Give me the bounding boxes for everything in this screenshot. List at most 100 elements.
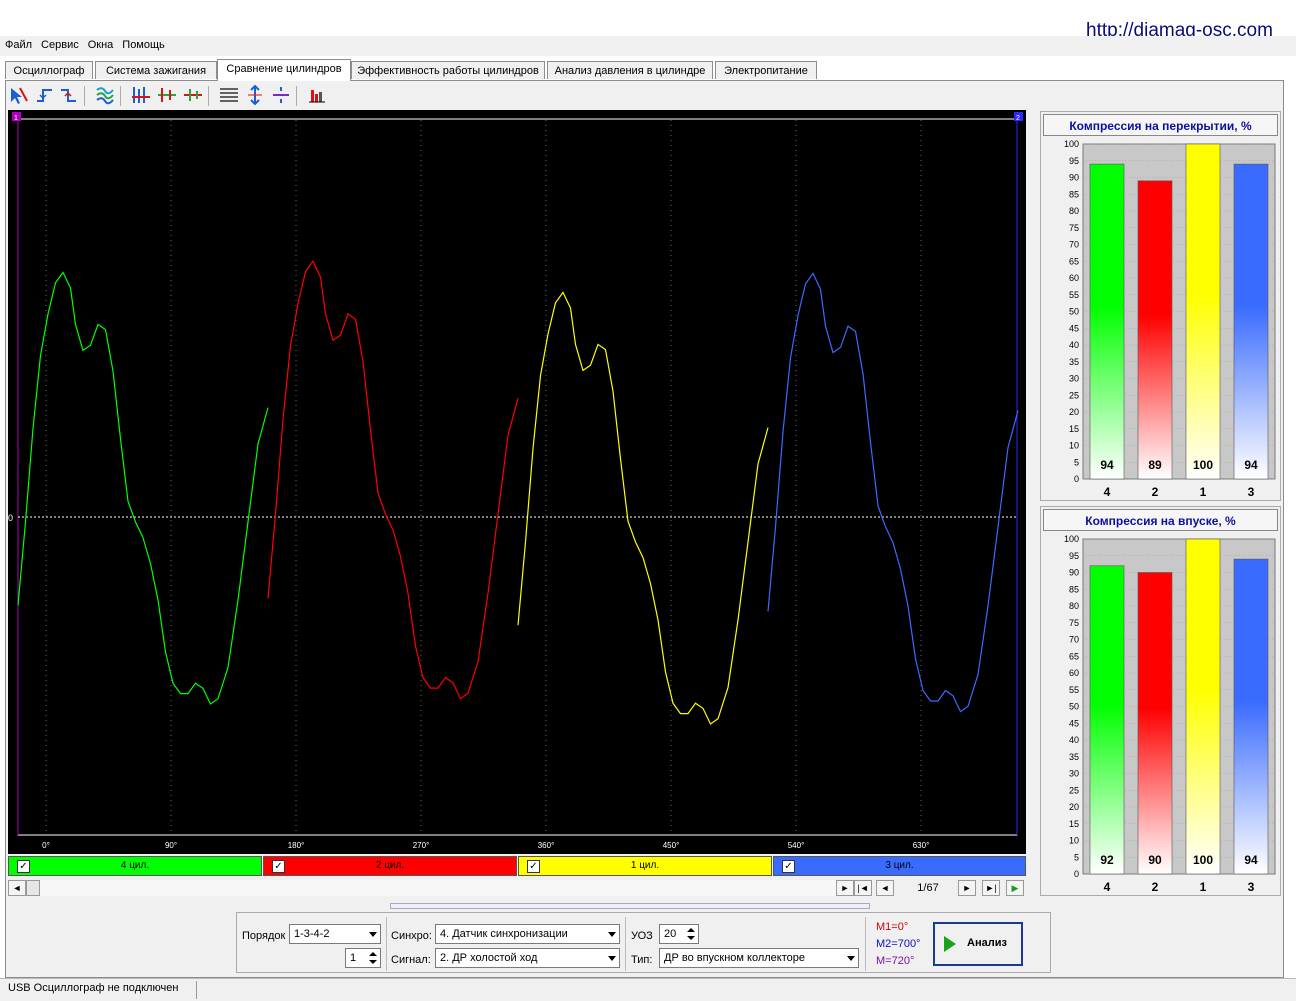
sync-label: Синхро: bbox=[391, 930, 432, 942]
spin-arrows-icon[interactable] bbox=[366, 949, 380, 967]
order-stepper[interactable]: 1 bbox=[345, 948, 381, 968]
bar-value-label: 100 bbox=[1193, 853, 1213, 867]
center-line-icon[interactable] bbox=[270, 84, 292, 106]
channel-bar-cyl-4[interactable]: ✓ 4 цил. bbox=[8, 856, 262, 876]
channel-bar-cyl-3[interactable]: ✓ 3 цил. bbox=[773, 856, 1026, 876]
vertical-grid bbox=[45, 120, 922, 835]
waveform-cyl-1 bbox=[517, 291, 769, 725]
chart-panel-overlap: Компрессия на перекрытии, % 0 5 10 15 20 25 30… bbox=[1040, 111, 1281, 501]
bar-value-label: 94 bbox=[1244, 853, 1258, 867]
rise-edge-icon[interactable] bbox=[34, 84, 56, 106]
bar bbox=[1137, 180, 1173, 480]
y-tick-label: 65 bbox=[1069, 651, 1079, 661]
collapse-bar[interactable] bbox=[390, 903, 870, 909]
type-select[interactable]: ДР во впускном коллекторе bbox=[659, 948, 859, 968]
uoz-label: УОЗ bbox=[631, 930, 653, 942]
category-label: 4 bbox=[1104, 880, 1111, 894]
tab-cylinder-efficiency[interactable]: Эффективность работы цилиндров bbox=[351, 61, 545, 79]
menu-file[interactable]: Файл bbox=[0, 36, 36, 51]
y-tick-label: 10 bbox=[1069, 441, 1079, 451]
y-tick-label: 0 bbox=[1074, 869, 1079, 879]
tab-cylinder-compare[interactable]: Сравнение цилиндров bbox=[217, 59, 351, 81]
tab-power[interactable]: Электропитание bbox=[715, 61, 817, 79]
order-select[interactable]: 1-3-4-2 bbox=[289, 924, 381, 944]
oscilloscope-view[interactable]: 1 2 0 0° 90° 180° 270° 360° 450° 540° 630° bbox=[8, 110, 1026, 854]
scroll-left-icon[interactable]: ◄ bbox=[8, 880, 26, 896]
channel-bar-cyl-1[interactable]: ✓ 1 цил. bbox=[518, 856, 772, 876]
scroll-thumb[interactable] bbox=[26, 880, 40, 896]
signal-value: 2. ДР холостой ход bbox=[440, 952, 538, 964]
align-center-icon[interactable] bbox=[156, 84, 178, 106]
y-tick-label: 45 bbox=[1069, 718, 1079, 728]
bar bbox=[1089, 163, 1125, 480]
channel-bar-cyl-2[interactable]: ✓ 2 цил. bbox=[263, 856, 517, 876]
y-tick-label: 50 bbox=[1069, 702, 1079, 712]
order-value: 1-3-4-2 bbox=[294, 928, 330, 940]
bar bbox=[1137, 572, 1173, 875]
play-icon[interactable]: ▶ bbox=[1006, 880, 1024, 896]
y-tick-label: 20 bbox=[1069, 407, 1079, 417]
toolbar-separator bbox=[84, 86, 85, 106]
waveform-cyl-4 bbox=[17, 271, 269, 705]
marker-label-2: 2 bbox=[1016, 115, 1020, 122]
degree-tick-label: 0° bbox=[42, 841, 50, 850]
sync-select[interactable]: 4. Датчик синхронизации bbox=[435, 924, 620, 944]
cursor-icon[interactable] bbox=[8, 84, 30, 106]
status-text: USB Осциллограф не подключен bbox=[8, 982, 179, 994]
category-label: 2 bbox=[1152, 485, 1159, 499]
channel-label: 2 цил. bbox=[375, 860, 405, 871]
menu-service[interactable]: Сервис bbox=[36, 36, 83, 51]
y-tick-label: 95 bbox=[1069, 551, 1079, 561]
degree-tick-label: 360° bbox=[538, 841, 555, 850]
sync-value: 4. Датчик синхронизации bbox=[440, 928, 568, 940]
channels-icon[interactable] bbox=[94, 84, 116, 106]
y-tick-label: 60 bbox=[1069, 273, 1079, 283]
tab-pressure-analysis[interactable]: Анализ давления в цилиндре bbox=[547, 61, 713, 79]
align-low-icon[interactable] bbox=[182, 84, 204, 106]
tab-ignition[interactable]: Система зажигания bbox=[95, 61, 217, 79]
y-tick-label: 90 bbox=[1069, 568, 1079, 578]
menu-help[interactable]: Помощь bbox=[117, 36, 169, 51]
degree-tick-label: 450° bbox=[663, 841, 680, 850]
fall-edge-icon[interactable] bbox=[58, 84, 80, 106]
scroll-right-icon[interactable]: ► bbox=[836, 880, 854, 896]
bar-chart-icon[interactable] bbox=[306, 84, 328, 106]
y-tick-label: 20 bbox=[1069, 802, 1079, 812]
marker-m: M=720° bbox=[876, 955, 915, 967]
splitter[interactable] bbox=[1030, 110, 1036, 854]
y-tick-label: 25 bbox=[1069, 390, 1079, 400]
y-tick-label: 5 bbox=[1074, 852, 1079, 862]
analyze-button[interactable]: Анализ bbox=[933, 922, 1023, 966]
tab-oscilloscope[interactable]: Осциллограф bbox=[5, 61, 93, 79]
degree-tick-label: 90° bbox=[165, 841, 177, 850]
next-page-icon[interactable]: ► bbox=[958, 880, 976, 896]
bar bbox=[1185, 143, 1221, 480]
uoz-stepper[interactable]: 20 bbox=[659, 924, 699, 944]
y-tick-label: 75 bbox=[1069, 618, 1079, 628]
y-tick-label: 75 bbox=[1069, 223, 1079, 233]
degree-tick-label: 540° bbox=[788, 841, 805, 850]
signal-label: Сигнал: bbox=[391, 954, 431, 966]
category-label: 1 bbox=[1200, 880, 1207, 894]
degree-axis: 0° 90° 180° 270° 360° 450° 540° 630° bbox=[42, 841, 929, 850]
signal-select[interactable]: 2. ДР холостой ход bbox=[435, 948, 620, 968]
waveform-cyl-3 bbox=[767, 272, 1019, 713]
zoom-vertical-icon[interactable] bbox=[244, 84, 266, 106]
prev-page-icon[interactable]: ◄ bbox=[876, 880, 894, 896]
y-tick-label: 95 bbox=[1069, 156, 1079, 166]
scroll-track[interactable] bbox=[40, 880, 836, 896]
align-peaks-icon[interactable] bbox=[130, 84, 152, 106]
category-label: 3 bbox=[1248, 880, 1255, 894]
spin-arrows-icon[interactable] bbox=[684, 925, 698, 943]
grid-lines-icon[interactable] bbox=[218, 84, 240, 106]
last-page-icon[interactable]: ►| bbox=[982, 880, 1000, 896]
channel-label: 3 цил. bbox=[885, 860, 914, 871]
bar-chart-intake: 0 5 10 15 20 25 30 35 40 45 50 55 60 65 70 75 80 85 90 95 10… bbox=[1064, 534, 1276, 894]
bar-value-label: 89 bbox=[1148, 458, 1162, 472]
order-num: 1 bbox=[350, 952, 357, 964]
first-page-icon[interactable]: |◄ bbox=[854, 880, 872, 896]
uoz-value: 20 bbox=[664, 928, 677, 940]
bar bbox=[1185, 538, 1221, 875]
degree-tick-label: 630° bbox=[913, 841, 930, 850]
menu-windows[interactable]: Окна bbox=[83, 36, 118, 51]
